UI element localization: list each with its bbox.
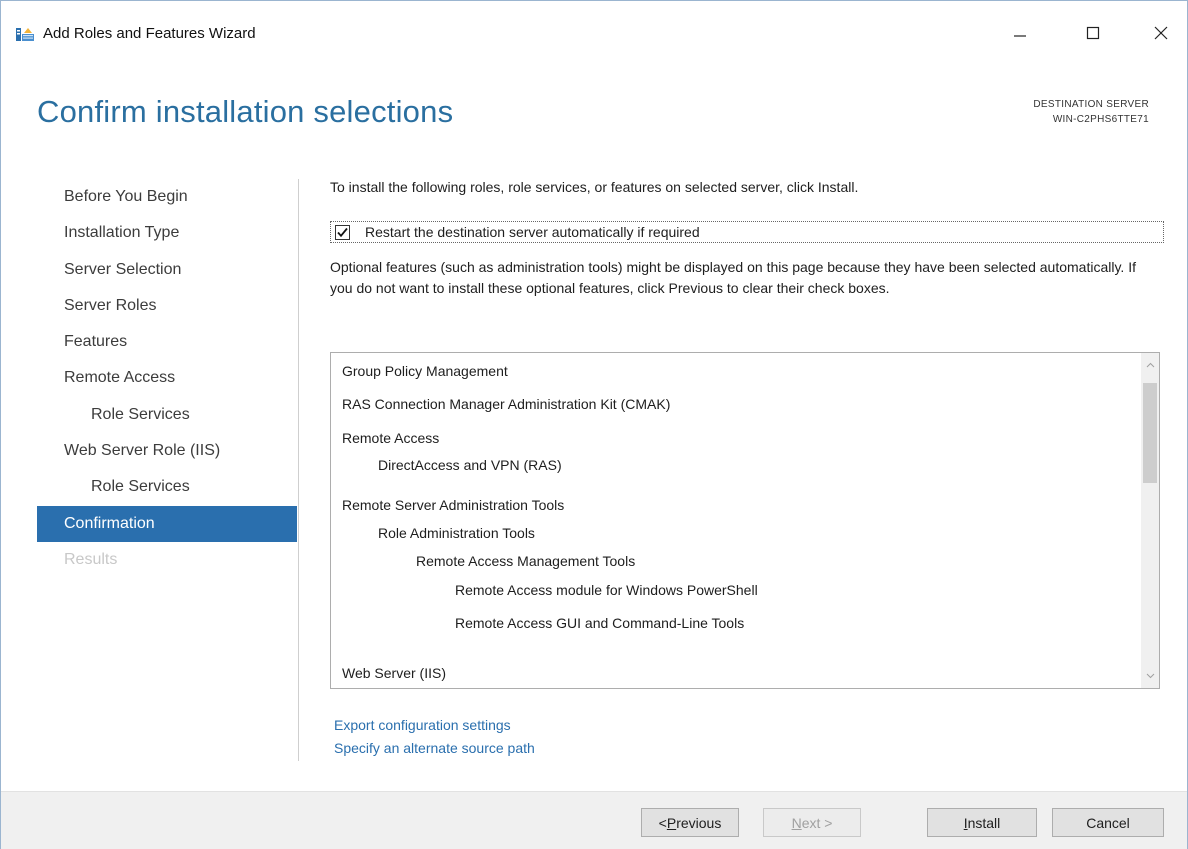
- nav-item-web-server-role-services[interactable]: Role Services: [37, 469, 297, 505]
- scroll-down-button[interactable]: [1141, 666, 1159, 686]
- list-item: Remote Access GUI and Command-Line Tools: [455, 615, 745, 631]
- scroll-up-button[interactable]: [1141, 355, 1159, 375]
- close-icon: [1154, 26, 1168, 40]
- maximize-button[interactable]: [1070, 15, 1116, 51]
- list-item: Remote Access module for Windows PowerSh…: [455, 582, 758, 598]
- install-button[interactable]: Install: [927, 808, 1037, 837]
- scroll-thumb[interactable]: [1143, 383, 1157, 483]
- selections-list-content: Group Policy Management RAS Connection M…: [331, 353, 1142, 688]
- list-item: Role Administration Tools: [378, 525, 535, 541]
- next-label: ext >: [801, 814, 833, 831]
- list-item: DirectAccess and VPN (RAS): [378, 457, 562, 473]
- install-label: nstall: [967, 814, 1001, 831]
- chevron-down-icon: [1146, 673, 1154, 679]
- previous-button[interactable]: < Previous: [641, 808, 739, 837]
- restart-checkbox-label: Restart the destination server automatic…: [365, 224, 700, 240]
- optional-features-note: Optional features (such as administratio…: [330, 259, 1136, 296]
- restart-checkbox[interactable]: [335, 224, 350, 240]
- page-title: Confirm installation selections: [37, 94, 454, 129]
- cancel-button[interactable]: Cancel: [1052, 808, 1164, 837]
- nav-item-remote-access[interactable]: Remote Access: [37, 360, 297, 396]
- nav-item-results: Results: [64, 550, 118, 568]
- nav-item-installation-type[interactable]: Installation Type: [37, 215, 297, 251]
- restart-checkbox-row[interactable]: Restart the destination server automatic…: [330, 221, 1164, 243]
- nav-item-before-you-begin[interactable]: Before You Begin: [37, 179, 297, 215]
- selections-scrollbar[interactable]: [1141, 353, 1159, 688]
- nav-item-server-selection[interactable]: Server Selection: [37, 252, 297, 288]
- next-accelerator: N: [791, 814, 802, 831]
- list-item: RAS Connection Manager Administration Ki…: [342, 396, 671, 412]
- list-item: Group Policy Management: [342, 363, 508, 379]
- export-configuration-link[interactable]: Export configuration settings: [334, 717, 511, 733]
- checkmark-icon: [337, 227, 348, 237]
- list-item: Remote Access: [342, 430, 440, 446]
- destination-label: DESTINATION SERVER: [1033, 99, 1149, 110]
- alternate-source-link[interactable]: Specify an alternate source path: [334, 740, 535, 756]
- nav-item-features[interactable]: Features: [37, 324, 297, 360]
- wizard-steps-nav: Before You Begin Installation Type Serve…: [37, 179, 297, 578]
- maximize-icon: [1086, 26, 1100, 40]
- next-button[interactable]: Next >: [763, 808, 861, 837]
- close-button[interactable]: [1138, 15, 1184, 51]
- confirmation-content: To install the following roles, role ser…: [330, 177, 1164, 296]
- list-item: Remote Server Administration Tools: [342, 497, 565, 513]
- nav-divider: [298, 179, 299, 761]
- destination-server-info: DESTINATION SERVER WIN-C2PHS6TTE71: [1033, 97, 1149, 127]
- intro-text: To install the following roles, role ser…: [330, 179, 859, 195]
- nav-item-web-server-role[interactable]: Web Server Role (IIS): [37, 433, 297, 469]
- minimize-icon: [1014, 35, 1026, 37]
- nav-item-server-roles[interactable]: Server Roles: [37, 288, 297, 324]
- nav-item-confirmation[interactable]: Confirmation: [37, 505, 297, 542]
- minimize-button[interactable]: [997, 15, 1043, 51]
- selections-list[interactable]: Group Policy Management RAS Connection M…: [330, 352, 1160, 689]
- server-manager-icon: [15, 25, 35, 43]
- list-item: Web Server (IIS): [342, 665, 446, 681]
- destination-server-name: WIN-C2PHS6TTE71: [1052, 114, 1149, 125]
- wizard-footer: < Previous Next > Install Cancel: [1, 791, 1187, 849]
- title-bar: Add Roles and Features Wizard: [1, 1, 1187, 63]
- window-title: Add Roles and Features Wizard: [43, 25, 256, 42]
- previous-accelerator: P: [666, 814, 677, 831]
- previous-prefix: <: [658, 814, 667, 831]
- list-item: Remote Access Management Tools: [416, 553, 636, 569]
- chevron-up-icon: [1146, 362, 1154, 368]
- previous-label: revious: [676, 814, 722, 831]
- nav-item-remote-access-role-services[interactable]: Role Services: [37, 397, 297, 433]
- wizard-window: Add Roles and Features Wizard Confirm in…: [0, 0, 1188, 849]
